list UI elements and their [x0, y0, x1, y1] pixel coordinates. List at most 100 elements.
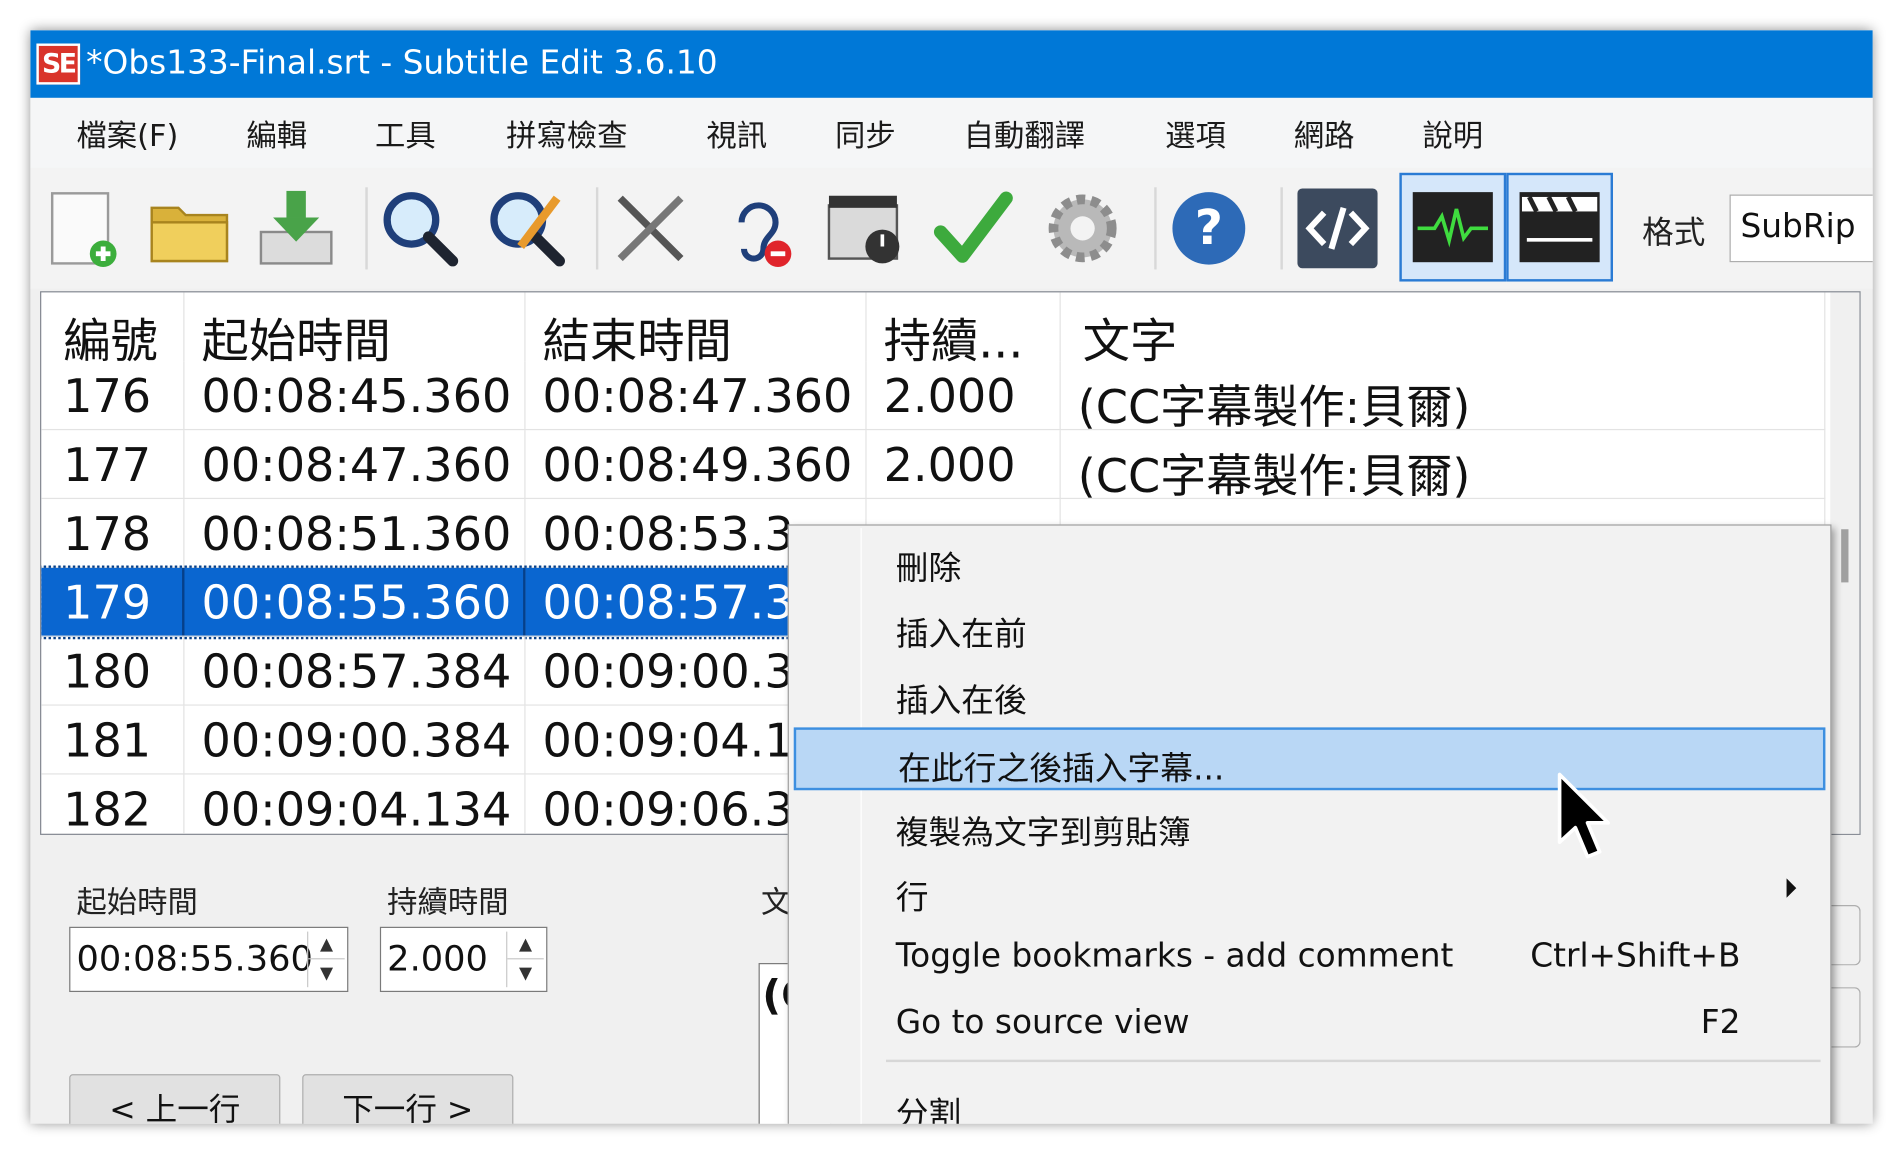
context-menu-separator — [886, 1059, 1821, 1063]
side-button-top[interactable] — [1831, 905, 1861, 966]
column-header-number[interactable]: 編號 — [41, 292, 185, 362]
cell-start-time: 00:08:57.384 — [184, 636, 526, 706]
column-header-end[interactable]: 結束時間 — [526, 292, 867, 362]
menu-sync[interactable]: 同步 — [835, 112, 896, 155]
waveform-icon[interactable] — [1399, 172, 1507, 282]
cell-text: (CC字幕製作:貝爾) — [1061, 361, 1826, 431]
cell-start-time: 00:08:55.360 — [184, 567, 526, 637]
context-menu-item-label: Toggle bookmarks - add comment — [895, 937, 1454, 976]
context-menu-item[interactable]: 複製為文字到剪貼簿 — [794, 794, 1826, 857]
duration-up-icon[interactable]: ▲ — [507, 932, 544, 960]
grid-scrollbar-thumb[interactable] — [1841, 529, 1849, 583]
start-time-value: 00:08:55.360 — [76, 937, 313, 979]
cell-duration: 2.000 — [867, 430, 1061, 500]
duration-stepper[interactable]: 2.000 ▲ ▼ — [379, 926, 548, 993]
cell-number: 177 — [41, 430, 185, 500]
cell-number: 178 — [41, 499, 185, 568]
cell-number: 182 — [41, 774, 185, 834]
new-file-icon[interactable] — [38, 182, 128, 274]
context-menu-item[interactable]: Toggle bookmarks - add comment Ctrl+Shift… — [794, 926, 1826, 989]
context-menu-item[interactable]: 行 — [794, 859, 1826, 922]
cell-duration: 2.000 — [867, 361, 1061, 431]
format-select[interactable]: SubRip — [1729, 194, 1873, 263]
context-menu-item-label: 行 — [895, 879, 929, 918]
context-menu-item-label: Go to source view — [895, 1004, 1190, 1042]
start-time-stepper[interactable]: 00:08:55.360 ▲ ▼ — [69, 926, 349, 993]
context-menu-shortcut: Ctrl+Shift+B — [1530, 937, 1741, 976]
table-row[interactable]: 177 00:08:47.360 00:08:49.360 2.000 (CC字幕製作:… — [41, 430, 1826, 500]
table-row[interactable]: 176 00:08:45.360 00:08:47.360 2.000 (CC字幕製作:… — [41, 361, 1826, 431]
cell-end-time: 00:08:49.360 — [526, 430, 867, 500]
cell-start-time: 00:08:45.360 — [184, 361, 526, 431]
cell-number: 180 — [41, 636, 185, 706]
menu-options[interactable]: 選項 — [1165, 112, 1226, 155]
duration-down-icon[interactable]: ▼ — [507, 959, 543, 987]
cell-end-time: 00:08:47.360 — [526, 361, 867, 431]
context-menu-item[interactable]: 插入在前 — [794, 596, 1826, 659]
svg-text:?: ? — [1195, 200, 1223, 256]
column-header-start[interactable]: 起始時間 — [184, 292, 526, 362]
context-menu-item[interactable]: 分割 — [794, 1075, 1826, 1124]
window-title: *Obs133-Final.srt - Subtitle Edit 3.6.10 — [86, 44, 718, 83]
help-icon[interactable]: ? — [1164, 182, 1254, 274]
open-folder-icon[interactable] — [144, 182, 234, 274]
app-window: SE *Obs133-Final.srt - Subtitle Edit 3.6… — [30, 30, 1873, 1124]
column-header-duration[interactable]: 持續... — [867, 292, 1061, 362]
context-menu-item-label: 分割 — [895, 1095, 962, 1124]
title-bar[interactable]: SE *Obs133-Final.srt - Subtitle Edit 3.6… — [30, 30, 1873, 98]
menu-spellcheck[interactable]: 拼寫檢查 — [506, 112, 627, 155]
cell-number: 181 — [41, 705, 185, 775]
submenu-arrow-icon — [1786, 878, 1797, 898]
mouse-cursor-icon — [1557, 772, 1610, 859]
cell-start-time: 00:09:00.384 — [184, 705, 526, 775]
toolbar: ? 格式 SubRip — [30, 167, 1873, 289]
menu-auto-translate[interactable]: 自動翻譯 — [964, 112, 1085, 155]
context-menu-item[interactable]: 刪除 — [794, 529, 1826, 592]
start-time-label: 起始時間 — [76, 884, 198, 920]
context-menu-item[interactable]: 在此行之後插入字幕... — [793, 727, 1826, 791]
check-icon[interactable] — [928, 182, 1018, 274]
cell-number: 179 — [41, 567, 185, 637]
menu-help[interactable]: 說明 — [1422, 112, 1483, 155]
menu-file[interactable]: 檔案(F) — [76, 112, 178, 155]
cell-start-time: 00:08:47.360 — [184, 430, 526, 500]
settings-gear-icon[interactable] — [1038, 182, 1128, 274]
source-code-icon[interactable] — [1293, 182, 1383, 274]
video-clapper-icon[interactable] — [1506, 172, 1614, 282]
context-menu-item[interactable]: 插入在後 — [794, 662, 1826, 725]
side-button-bottom[interactable] — [1831, 987, 1861, 1048]
cell-number: 176 — [41, 361, 185, 431]
menu-network[interactable]: 網路 — [1294, 112, 1355, 155]
start-time-down-icon[interactable]: ▼ — [308, 959, 344, 987]
context-menu-item[interactable]: Go to source view F2 — [794, 992, 1826, 1055]
format-label: 格式 — [1642, 215, 1706, 252]
duration-label: 持續時間 — [387, 884, 509, 920]
context-menu-item-label: 插入在後 — [895, 682, 1027, 721]
search-icon[interactable] — [375, 182, 465, 274]
download-save-icon[interactable] — [251, 182, 341, 274]
grid-header: 編號 起始時間 結束時間 持續... 文字 — [41, 292, 1826, 362]
menu-video[interactable]: 視訊 — [706, 112, 767, 155]
context-menu-item-label: 在此行之後插入字幕... — [898, 750, 1225, 788]
app-logo-icon: SE — [36, 43, 81, 85]
context-menu-item-label: 複製為文字到剪貼簿 — [895, 814, 1191, 852]
previous-line-button[interactable]: < 上一行 — [69, 1074, 281, 1124]
context-menu: 刪除插入在前插入在後在此行之後插入字幕... 複製為文字到剪貼簿行 Toggle b… — [787, 524, 1832, 1124]
ear-icon[interactable] — [712, 182, 802, 274]
video-clock-icon[interactable] — [822, 182, 912, 274]
context-menu-item-label: 刪除 — [895, 549, 962, 588]
cell-text: (CC字幕製作:貝爾) — [1061, 430, 1826, 500]
context-menu-shortcut: F2 — [1700, 1004, 1741, 1042]
replace-icon[interactable] — [482, 182, 572, 274]
menu-bar: 檔案(F) 編輯 工具 拼寫檢查 視訊 同步 自動翻譯 選項 網路 說明 — [30, 97, 1873, 168]
menu-tools[interactable]: 工具 — [375, 112, 436, 155]
next-line-button[interactable]: 下一行 > — [302, 1074, 514, 1124]
context-menu-item-label: 插入在前 — [895, 616, 1027, 654]
duration-value: 2.000 — [387, 937, 488, 979]
menu-edit[interactable]: 編輯 — [246, 112, 307, 155]
cell-start-time: 00:09:04.134 — [184, 774, 526, 834]
column-header-text[interactable]: 文字 — [1061, 292, 1826, 362]
start-time-up-icon[interactable]: ▲ — [308, 932, 345, 960]
tools-icon[interactable] — [606, 182, 696, 274]
cell-start-time: 00:08:51.360 — [184, 499, 526, 568]
